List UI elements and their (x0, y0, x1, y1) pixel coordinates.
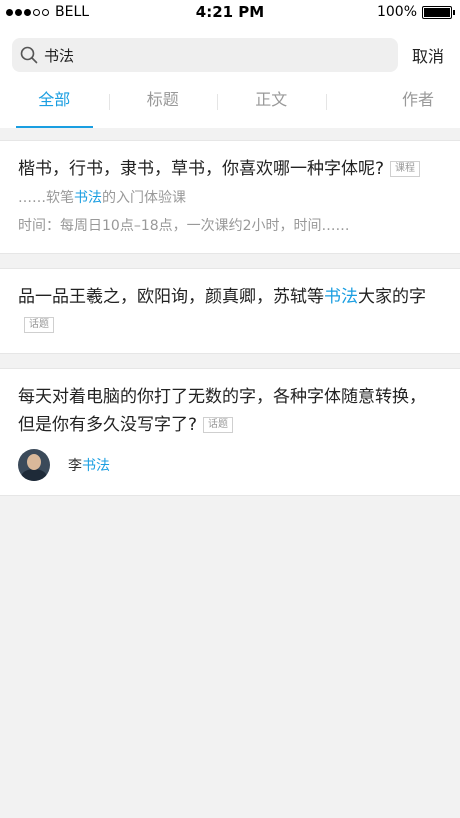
excerpt-text: ……软笔 (18, 190, 74, 206)
result-card[interactable]: 楷书，行书，隶书，草书，你喜欢哪一种字体呢? 课程 ……软笔书法的入门体验课 时间… (0, 140, 460, 254)
tab-label: 全部 (38, 90, 71, 109)
battery-percent: 100% (376, 4, 417, 20)
type-badge: 话题 (203, 417, 234, 433)
result-excerpt: ……软笔书法的入门体验课 (18, 185, 442, 211)
result-title-text: 楷书，行书，隶书，草书，你喜欢哪一种字体呢? (18, 159, 385, 179)
tab-label: 正文 (255, 90, 288, 109)
search-input[interactable] (44, 46, 390, 64)
author-row[interactable]: 李书法 (18, 449, 442, 481)
result-title: 品一品王羲之，欧阳询，颜真卿，苏轼等书法大家的字话题 (18, 283, 442, 339)
result-card[interactable]: 每天对着电脑的你打了无数的字，各种字体随意转换，但是你有多久没写字了? 话题 李书… (0, 368, 460, 496)
status-bar: BELL 4:21 PM 100% (0, 0, 460, 26)
header: BELL 4:21 PM 100% 取消 全部 标题 正文 作者 (0, 0, 460, 128)
tab-content[interactable]: 正文 (217, 84, 326, 128)
type-badge: 课程 (390, 161, 421, 177)
result-meta: 时间：每周日10点–18点，一次课约2小时，时间…… (18, 218, 350, 234)
cancel-button[interactable]: 取消 (408, 43, 448, 67)
type-badge: 话题 (24, 317, 54, 333)
tab-label: 标题 (146, 90, 179, 109)
result-title: 每天对着电脑的你打了无数的字，各种字体随意转换，但是你有多久没写字了? 话题 (18, 383, 442, 439)
battery-icon (422, 5, 455, 19)
filter-tabs: 全部 标题 正文 作者 (0, 84, 460, 128)
result-title-text: 品一品王羲之，欧阳询，颜真卿，苏轼等 (18, 287, 324, 307)
tab-author[interactable]: 作者 (325, 84, 460, 128)
tab-title[interactable]: 标题 (108, 84, 218, 128)
search-bar: 取消 (0, 26, 460, 84)
result-title: 楷书，行书，隶书，草书，你喜欢哪一种字体呢? 课程 (18, 155, 442, 183)
result-title-text: 大家的字 (358, 287, 426, 307)
search-results: 楷书，行书，隶书，草书，你喜欢哪一种字体呢? 课程 ……软笔书法的入门体验课 时间… (0, 128, 460, 496)
keyword-highlight: 书法 (82, 458, 110, 474)
search-icon (20, 46, 38, 64)
result-card[interactable]: 品一品王羲之，欧阳询，颜真卿，苏轼等书法大家的字话题 (0, 268, 460, 354)
keyword-highlight: 书法 (324, 287, 358, 307)
tab-all[interactable]: 全部 (0, 84, 109, 128)
avatar[interactable] (18, 449, 50, 481)
status-right: 100% (376, 4, 455, 20)
author-name: 李书法 (68, 455, 110, 475)
keyword-highlight: 书法 (74, 190, 102, 206)
tab-label: 作者 (401, 90, 434, 109)
search-field[interactable] (12, 38, 398, 72)
author-name-text: 李 (68, 458, 82, 474)
excerpt-text: 的入门体验课 (102, 190, 186, 206)
active-tab-indicator (16, 126, 93, 128)
